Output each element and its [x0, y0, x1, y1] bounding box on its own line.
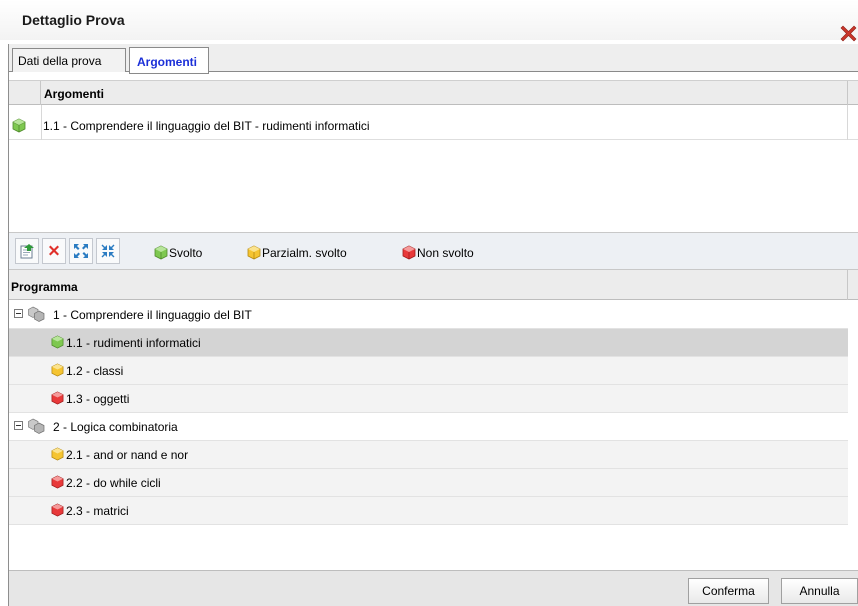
- status-parziale-icon: [247, 245, 261, 260]
- collapse-toggle-icon[interactable]: [14, 309, 23, 318]
- tree-item-row[interactable]: 1.3 - oggetti: [9, 385, 848, 413]
- tree-item-row[interactable]: 2.1 - and or nand e nor: [9, 441, 848, 469]
- cancel-button[interactable]: Annulla: [781, 578, 858, 604]
- dialog-title: Dettaglio Prova: [22, 12, 125, 28]
- tree-item-label: 1.2 - classi: [66, 364, 124, 378]
- legend-label: Svolto: [169, 245, 203, 260]
- argomenti-grid: Argomenti 1.1 - Comprendere il linguaggi…: [9, 80, 858, 230]
- close-icon[interactable]: [839, 24, 858, 43]
- legend-svolto: Svolto: [154, 245, 202, 260]
- confirm-button[interactable]: Conferma: [688, 578, 769, 604]
- tab-dati-della-prova[interactable]: Dati della prova: [12, 48, 126, 72]
- grid-column-divider: [41, 105, 42, 140]
- group-cubes-icon: [28, 306, 45, 322]
- column-header-programma[interactable]: Programma: [11, 280, 78, 294]
- status-parziale-icon: [51, 447, 64, 461]
- tree-group-row[interactable]: 2 - Logica combinatoria: [9, 413, 848, 441]
- grid-column-divider: [847, 270, 848, 300]
- tree-item-row[interactable]: 2.2 - do while cicli: [9, 469, 848, 497]
- tree-item-label: 2.2 - do while cicli: [66, 476, 161, 490]
- tree-item-label: 1.3 - oggetti: [66, 392, 130, 406]
- argomenti-grid-header: Argomenti: [9, 80, 858, 105]
- collapse-all-button[interactable]: [96, 238, 120, 264]
- delete-icon: [49, 245, 59, 256]
- tab-label: Argomenti: [137, 55, 197, 69]
- collapse-toggle-icon[interactable]: [14, 421, 23, 430]
- collapse-all-icon: [101, 244, 115, 258]
- status-non-svolto-icon: [51, 503, 64, 517]
- status-non-svolto-icon: [51, 391, 64, 405]
- add-button[interactable]: [15, 238, 39, 264]
- tab-argomenti[interactable]: Argomenti: [129, 47, 209, 74]
- tree-item-label: 2.1 - and or nand e nor: [66, 448, 189, 462]
- tree-item-row[interactable]: 1.1 - rudimenti informatici: [9, 329, 848, 357]
- grid-selector-column: [9, 81, 41, 105]
- tab-label: Dati della prova: [18, 54, 102, 68]
- toolbar: Svolto Parzialm. svolto Non svolto: [9, 232, 858, 270]
- tab-strip: Dati della prova Argomenti: [9, 44, 858, 74]
- programma-tree: Programma 1 - Comprendere il linguaggio …: [9, 270, 858, 570]
- status-svolto-icon: [154, 245, 168, 260]
- argomento-text: 1.1 - Comprendere il linguaggio del BIT …: [43, 119, 370, 133]
- grid-column-divider: [847, 105, 848, 140]
- tree-item-row[interactable]: 2.3 - matrici: [9, 497, 848, 525]
- dialog-title-bar: Dettaglio Prova: [0, 0, 858, 40]
- status-non-svolto-icon: [51, 475, 64, 489]
- programma-header: Programma: [9, 270, 858, 300]
- tree-group-label: 2 - Logica combinatoria: [53, 420, 178, 434]
- table-row[interactable]: 1.1 - Comprendere il linguaggio del BIT …: [9, 105, 858, 140]
- group-cubes-icon: [28, 418, 45, 434]
- status-svolto-icon: [12, 118, 26, 133]
- tree-item-row[interactable]: 1.2 - classi: [9, 357, 848, 385]
- legend-non-svolto: Non svolto: [402, 245, 474, 260]
- dialog-window: Dettaglio Prova Dati della prova Argomen…: [0, 0, 858, 606]
- status-parziale-icon: [51, 363, 64, 377]
- legend-label: Non svolto: [417, 245, 474, 260]
- tree-item-label: 2.3 - matrici: [66, 504, 129, 518]
- add-icon: [20, 244, 34, 259]
- dialog-footer: Conferma Annulla: [9, 570, 858, 606]
- legend-label: Parzialm. svolto: [262, 245, 347, 260]
- expand-all-button[interactable]: [69, 238, 93, 264]
- status-non-svolto-icon: [402, 245, 416, 260]
- column-header-argomenti[interactable]: Argomenti: [44, 87, 104, 101]
- status-svolto-icon: [51, 335, 64, 349]
- delete-button[interactable]: [42, 238, 66, 264]
- tree-group-label: 1 - Comprendere il linguaggio del BIT: [53, 308, 252, 322]
- grid-column-divider: [847, 81, 848, 105]
- tree-group-row[interactable]: 1 - Comprendere il linguaggio del BIT: [9, 301, 848, 329]
- expand-all-icon: [74, 244, 88, 258]
- tree-item-label: 1.1 - rudimenti informatici: [66, 336, 201, 350]
- legend-parziale: Parzialm. svolto: [247, 245, 347, 260]
